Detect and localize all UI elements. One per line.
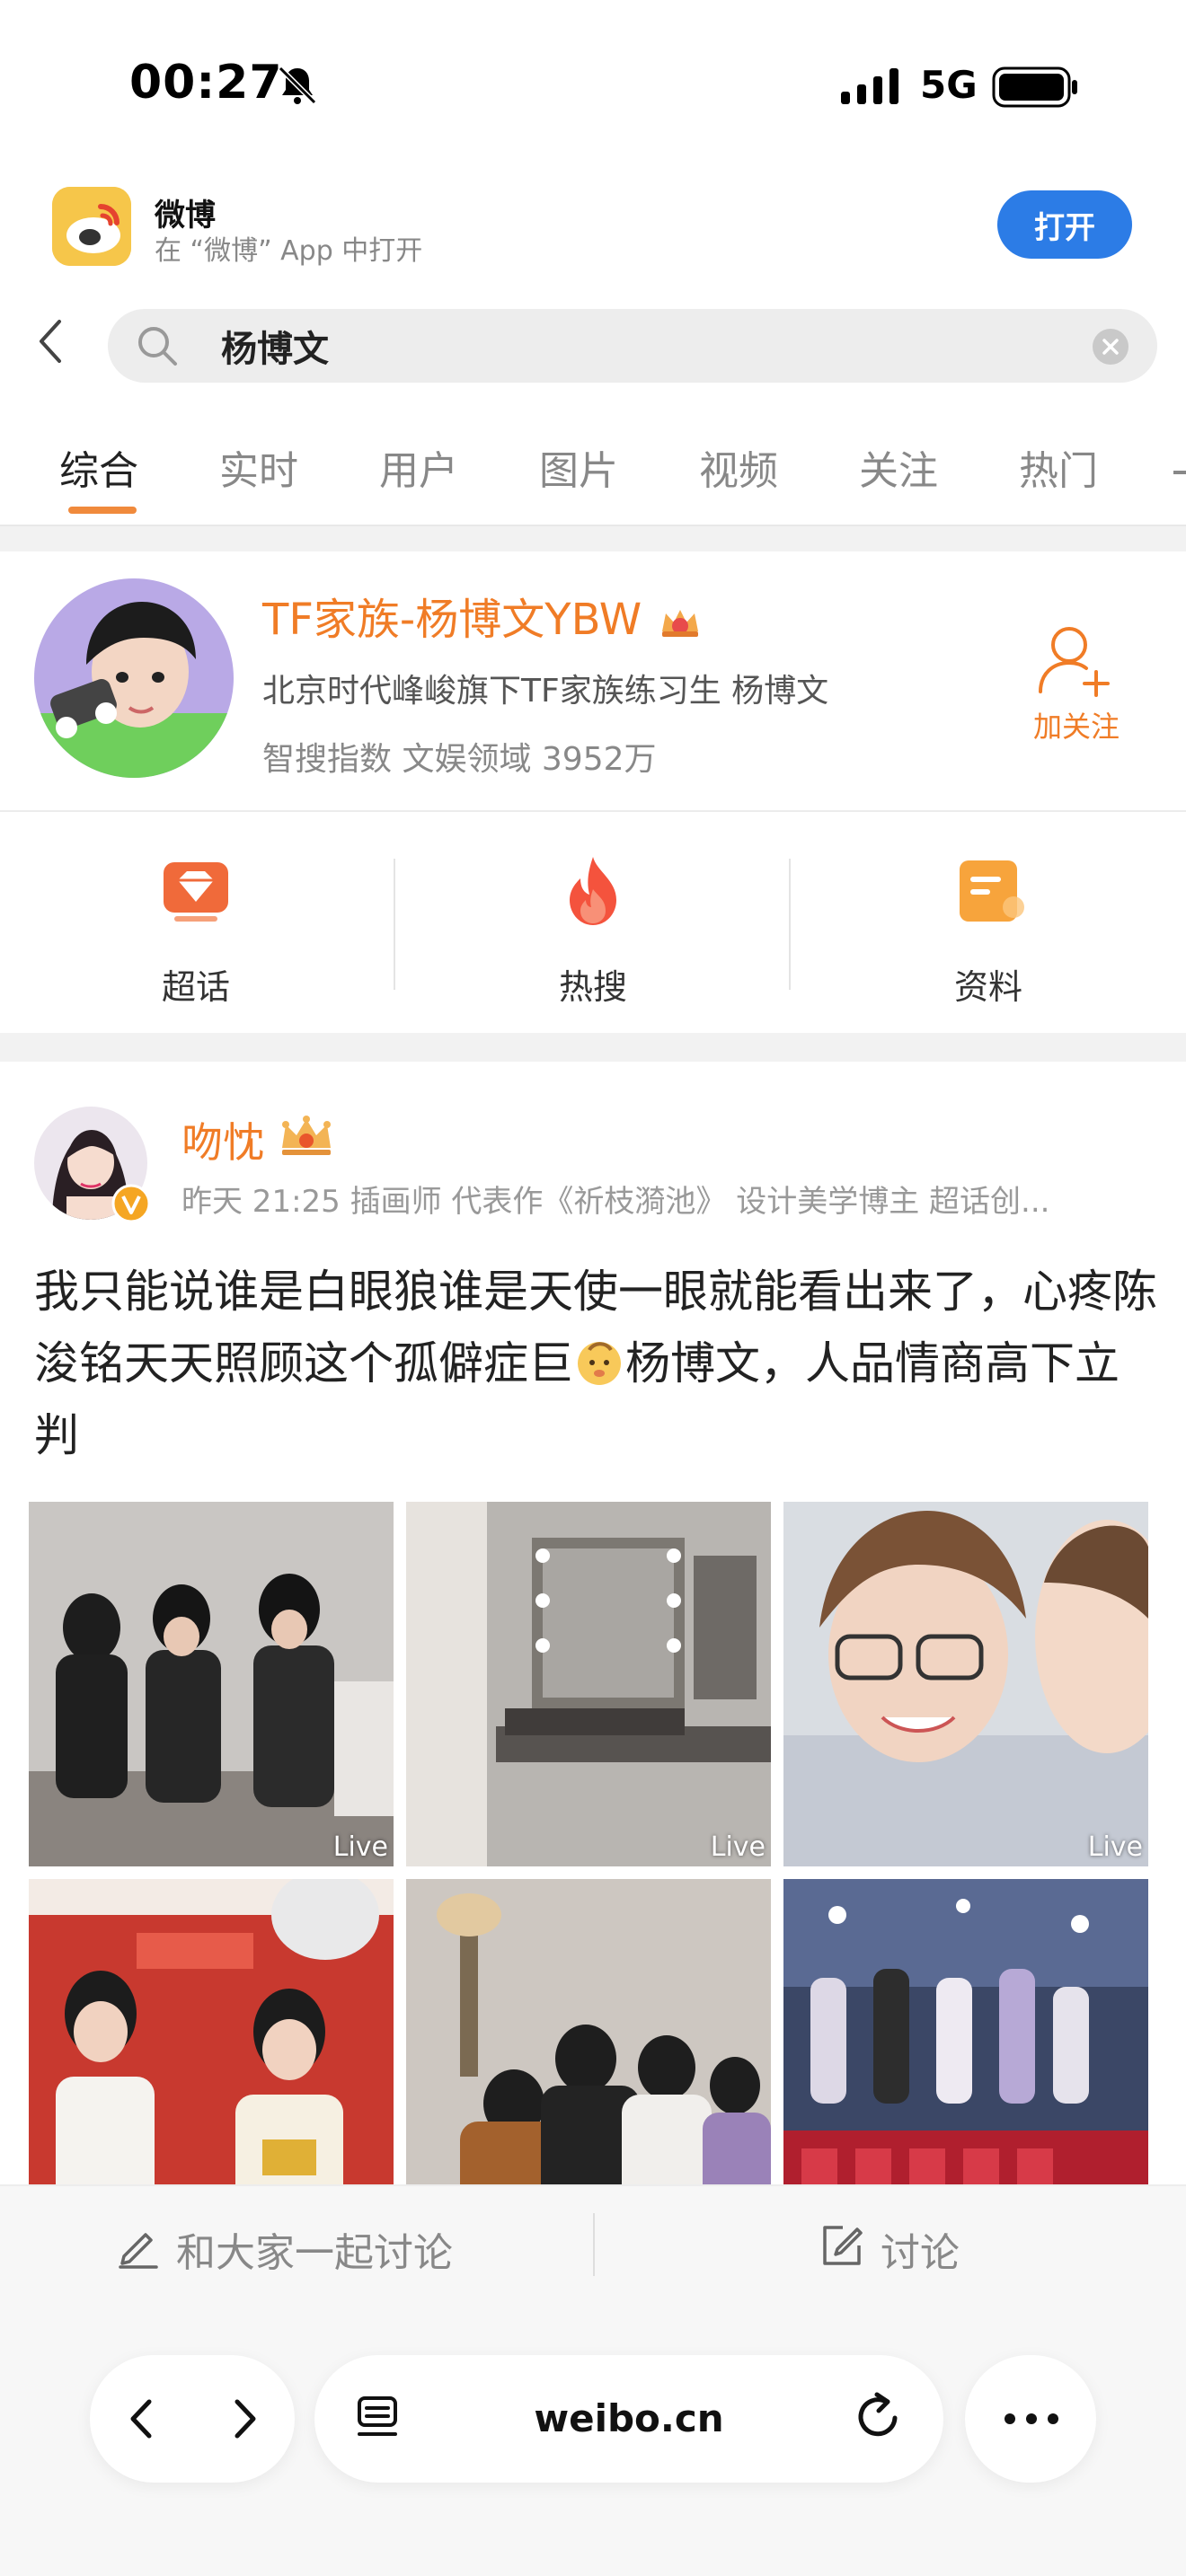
profile-avatar[interactable] [34, 578, 234, 778]
divider [593, 2213, 595, 2276]
live-photo-tag: Live [1087, 1831, 1143, 1863]
live-photo-tag: Live [332, 1831, 388, 1863]
tab-images[interactable]: 图片 [539, 438, 618, 496]
post-photo[interactable]: Live [783, 1502, 1148, 1866]
divider [0, 810, 1186, 812]
search-icon [138, 327, 177, 366]
post-meta: 昨天 21:25 插画师 代表作《祈枝漪池》 设计美学博主 超话创... [181, 1184, 1050, 1220]
weibo-app-logo [52, 187, 131, 266]
entry-hot-search[interactable]: 热搜 [559, 959, 627, 1009]
section-gap [0, 526, 1186, 551]
baby-face-emoji-icon [578, 1342, 621, 1385]
tab-realtime[interactable]: 实时 [219, 438, 298, 496]
profile-search-index: 智搜指数 文娱领域 3952万 [262, 741, 657, 778]
profile-name[interactable]: TF家族-杨博文YBW [262, 584, 703, 647]
entry-profile-info[interactable]: 资料 [954, 959, 1022, 1009]
divider [394, 859, 395, 990]
entry-supertopic[interactable]: 超话 [162, 959, 230, 1009]
tab-videos[interactable]: 视频 [699, 438, 778, 496]
live-photo-tag: Live [710, 1831, 766, 1863]
tab-comprehensive[interactable]: 综合 [59, 438, 138, 496]
more-options-icon[interactable] [997, 2405, 1066, 2432]
document-icon[interactable] [951, 853, 1026, 929]
app-open-hint: 在 “微博” App 中打开 [155, 235, 423, 267]
divider [789, 859, 791, 990]
crown-badge-icon [661, 610, 698, 637]
cellular-signal-icon [841, 68, 898, 104]
status-time: 00:27 [129, 56, 283, 110]
discuss-button[interactable]: 讨论 [881, 2220, 960, 2278]
post-photo[interactable]: Live [29, 1502, 394, 1866]
tab-overflow-partial[interactable] [1173, 438, 1186, 484]
post-photo[interactable]: Live [406, 1502, 771, 1866]
post-author-name[interactable]: 吻忱 [181, 1110, 264, 1169]
crown-icon [282, 1116, 331, 1155]
browser-back-icon[interactable] [119, 2389, 164, 2448]
tab-users[interactable]: 用户 [379, 438, 458, 496]
post-body: 我只能说谁是白眼狼谁是天使一眼就能看出来了，心疼陈浚铭天天照顾这个孤僻症巨 杨博… [34, 1266, 1157, 1461]
verified-badge-icon [111, 1184, 151, 1223]
bell-mute-icon [278, 66, 317, 105]
follow-button[interactable]: 加关注 [1033, 704, 1120, 745]
reload-icon[interactable] [852, 2389, 906, 2443]
back-chevron-icon[interactable] [32, 314, 68, 368]
clear-search-icon[interactable] [1091, 327, 1130, 366]
tab-following[interactable]: 关注 [859, 438, 938, 496]
search-query: 杨博文 [221, 329, 329, 370]
open-in-app-button[interactable]: 打开 [997, 190, 1132, 259]
tab-hot[interactable]: 热门 [1019, 438, 1098, 496]
network-type: 5G [920, 63, 978, 107]
browser-forward-icon[interactable] [223, 2389, 268, 2448]
diamond-icon[interactable] [158, 853, 234, 929]
flame-icon[interactable] [555, 853, 631, 929]
add-follow-icon[interactable] [1033, 620, 1114, 701]
section-gap [0, 1033, 1186, 1062]
profile-description: 北京时代峰峻旗下TF家族练习生 杨博文 [262, 673, 829, 710]
comment-input[interactable]: 和大家一起讨论 [176, 2220, 453, 2278]
edit-square-icon [823, 2226, 863, 2265]
url-text[interactable]: weibo.cn [314, 2396, 943, 2440]
pencil-icon [119, 2233, 158, 2269]
battery-icon [992, 66, 1077, 108]
active-tab-indicator [68, 507, 137, 514]
